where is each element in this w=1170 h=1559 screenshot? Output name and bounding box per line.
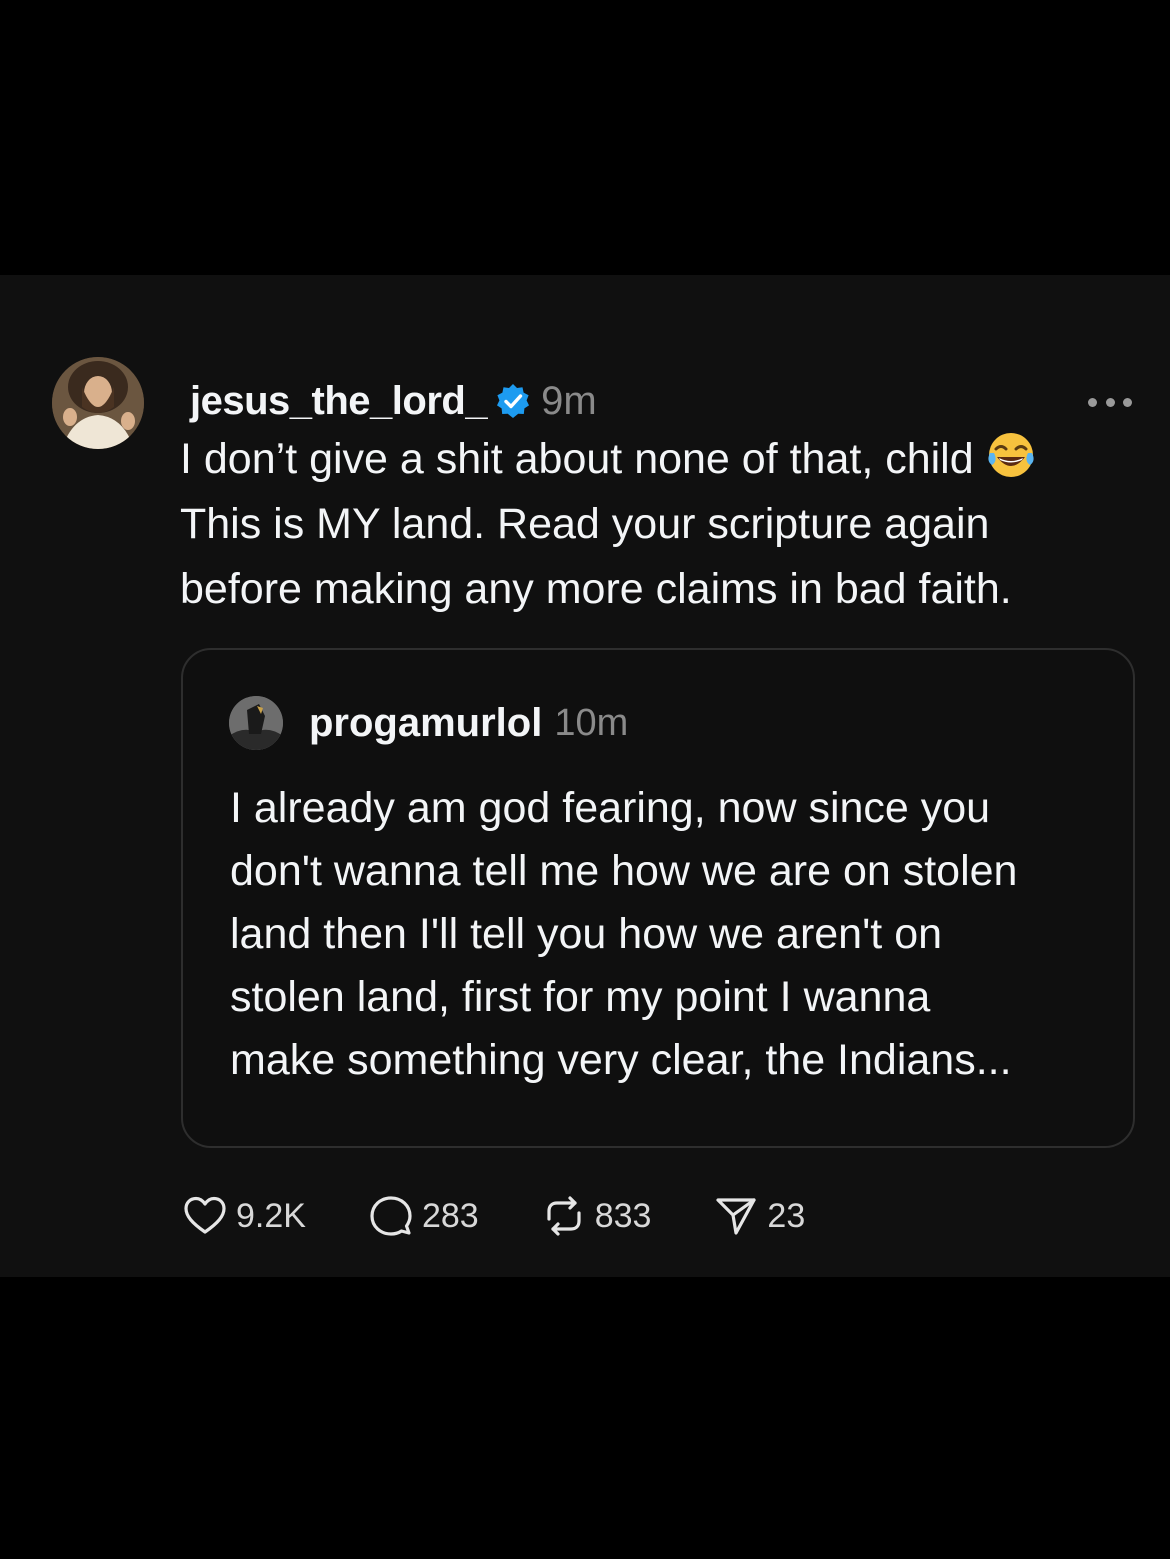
more-dot — [1088, 397, 1097, 407]
post-text-line: I don’t give a shit about none of that, … — [180, 427, 1140, 492]
more-dot — [1123, 397, 1132, 407]
quoted-time: 10m — [554, 701, 629, 744]
post-text: I don’t give a shit about none of that, … — [180, 427, 1140, 622]
share-count: 23 — [767, 1196, 806, 1235]
reply-count: 283 — [421, 1196, 479, 1235]
repost-count: 833 — [594, 1196, 652, 1235]
quoted-text-line-2: don't wanna tell me how we are on stolen — [230, 847, 1018, 895]
quoted-text: I already am god fearing, now since you … — [230, 777, 1110, 1092]
avatar[interactable] — [52, 357, 144, 449]
reply-button[interactable]: 283 — [368, 1193, 479, 1239]
quoted-post[interactable]: progamurlol 10m I already am god fearing… — [181, 648, 1135, 1148]
quoted-text-line-4: stolen land, first for my point I wanna — [230, 973, 931, 1021]
verified-badge-icon — [495, 383, 531, 419]
repost-icon — [541, 1193, 587, 1239]
quoted-header: progamurlol 10m — [309, 696, 628, 750]
send-icon — [713, 1193, 759, 1239]
action-bar: 9.2K 283 833 23 — [182, 1193, 867, 1239]
laughing-tears-emoji-icon — [984, 427, 1038, 481]
more-dot — [1105, 397, 1115, 407]
post-card: jesus_the_lord_ 9m I don’t give a shit a… — [0, 275, 1170, 1277]
post-text-line-3: before making any more claims in bad fai… — [180, 565, 1012, 613]
like-button[interactable]: 9.2K — [182, 1193, 306, 1239]
comment-icon — [368, 1193, 414, 1239]
quoted-username[interactable]: progamurlol — [309, 701, 542, 746]
quoted-text-line-1: I already am god fearing, now since you — [230, 784, 991, 832]
post-header: jesus_the_lord_ 9m — [190, 371, 597, 431]
post-text-line-2: This is MY land. Read your scripture aga… — [180, 500, 990, 548]
quoted-avatar[interactable] — [229, 696, 283, 750]
post-time: 9m — [541, 378, 597, 423]
post-text-line-1: I don’t give a shit about none of that, … — [180, 435, 974, 483]
share-button[interactable]: 23 — [713, 1193, 805, 1239]
quoted-text-line-5: make something very clear, the Indians..… — [230, 1036, 1012, 1084]
like-count: 9.2K — [236, 1196, 306, 1235]
quoted-text-line-3: land then I'll tell you how we aren't on — [230, 910, 943, 958]
more-options-button[interactable] — [1088, 393, 1132, 411]
username[interactable]: jesus_the_lord_ — [190, 379, 488, 424]
repost-button[interactable]: 833 — [541, 1193, 652, 1239]
heart-icon — [182, 1193, 228, 1239]
